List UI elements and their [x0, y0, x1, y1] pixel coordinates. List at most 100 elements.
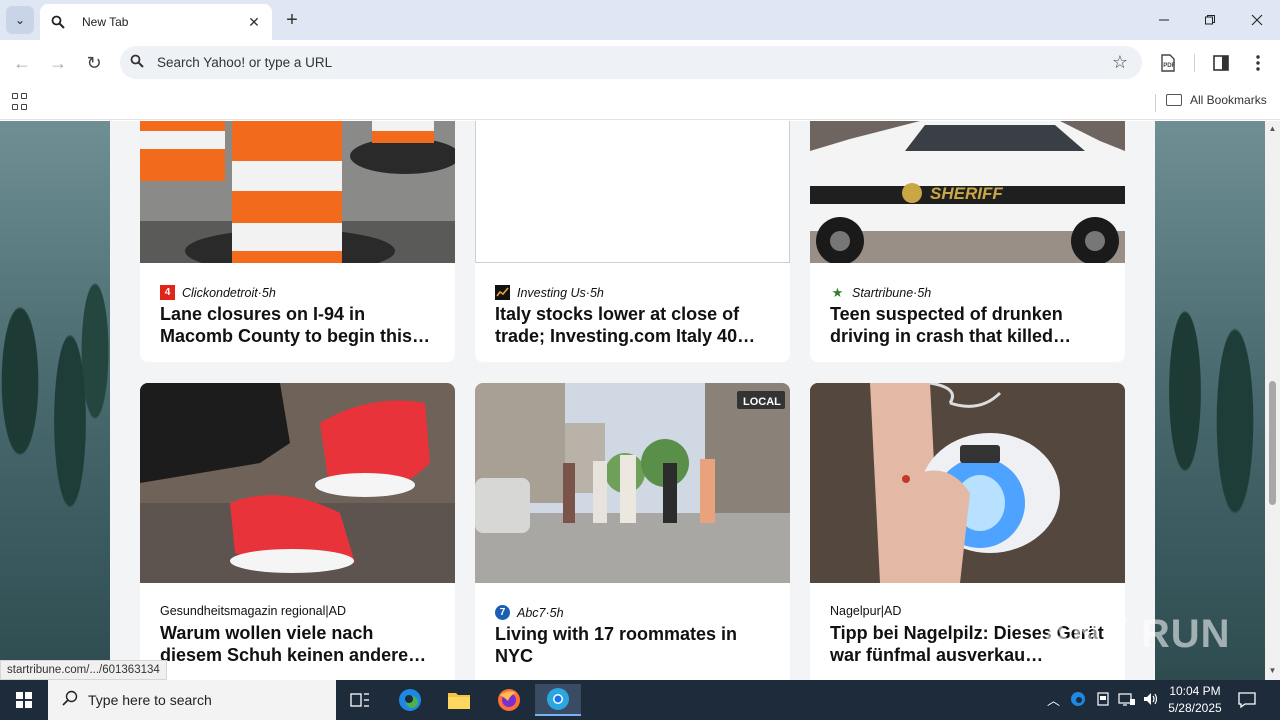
article-source: 4 Clickondetroit · 5h [160, 285, 276, 300]
all-bookmarks-button[interactable]: All Bookmarks [1166, 93, 1267, 107]
system-clock[interactable]: 10:04 PM 5/28/2025 [1160, 683, 1230, 717]
article-image [475, 121, 790, 263]
tab-title: New Tab [82, 15, 129, 29]
abc7-logo-icon: 7 [495, 605, 510, 620]
clock-date: 5/28/2025 [1168, 701, 1222, 715]
search-icon [130, 54, 146, 70]
background-image-left [0, 121, 110, 680]
firefox-icon[interactable] [486, 684, 532, 716]
article-image: SHERIFF [810, 121, 1125, 263]
minimize-button[interactable] [1141, 4, 1187, 36]
article-source: 7 Abc7 · 5h [495, 605, 564, 620]
tab-search-button[interactable]: ⌄ [6, 6, 34, 34]
file-explorer-icon[interactable] [436, 684, 482, 716]
new-tab-button[interactable]: + [282, 8, 302, 32]
source-name: Gesundheitsmagazin regional [160, 604, 326, 618]
source-name: Nagelpur [830, 604, 881, 618]
menu-dots-icon[interactable] [1245, 50, 1271, 76]
bookmarks-bar: All Bookmarks [0, 86, 1280, 120]
chevron-up-icon[interactable]: ︿ [1047, 690, 1060, 709]
taskbar-search-box[interactable]: Type here to search [48, 680, 336, 720]
title-bar: ⌄ New Tab ✕ + [0, 0, 1280, 40]
scroll-up-arrow-icon[interactable]: ▲ [1268, 124, 1277, 133]
article-image [140, 121, 455, 263]
address-bar[interactable]: Search Yahoo! or type a URL ☆ [120, 46, 1142, 79]
article-headline[interactable]: Living with 17 roommates in NYC [495, 623, 775, 667]
source-name: Clickondetroit [182, 285, 258, 300]
page-scrollbar[interactable]: ▲ ▼ [1265, 121, 1280, 680]
news-card[interactable]: SHERIFF ★ Startribune · 5h Teen suspecte… [810, 121, 1125, 362]
search-icon [50, 14, 66, 30]
tab-new-tab[interactable]: New Tab ✕ [40, 4, 272, 40]
pdf-icon[interactable]: PDF [1155, 50, 1181, 76]
article-headline[interactable]: Lane closures on I-94 in Macomb County t… [160, 303, 440, 347]
task-view-icon[interactable] [337, 684, 383, 716]
clock-time: 10:04 PM [1169, 684, 1221, 698]
search-icon [62, 690, 78, 711]
reload-button[interactable]: ↻ [79, 48, 109, 78]
arrow-right-icon: → [49, 52, 67, 73]
reload-icon: ↻ [86, 52, 102, 73]
toolbar-divider [1194, 54, 1195, 72]
device-icon[interactable] [1095, 691, 1111, 710]
article-headline[interactable]: Teen suspected of drunken driving in cra… [830, 303, 1110, 347]
article-headline[interactable]: Warum wollen viele nach diesem Schuh kei… [160, 622, 440, 666]
article-source: Gesundheitsmagazin regional |AD [160, 604, 346, 618]
all-bookmarks-label: All Bookmarks [1190, 93, 1267, 107]
news-card[interactable]: Investing Us · 5h Italy stocks lower at … [475, 121, 790, 362]
network-icon[interactable] [1118, 691, 1136, 710]
windows-logo-icon [16, 692, 32, 708]
article-image: LOCAL [475, 383, 790, 583]
article-image [140, 383, 455, 583]
edge-tray-icon[interactable] [1070, 691, 1086, 710]
article-image [810, 383, 1125, 583]
news-card-ad[interactable]: Gesundheitsmagazin regional |AD Warum wol… [140, 383, 455, 680]
source-name: Abc7 [517, 605, 546, 620]
windows-taskbar: Type here to search ︿ 10:04 PM 5/28/2025 [0, 680, 1280, 720]
article-source: Nagelpur |AD [830, 604, 901, 618]
background-image-right [1155, 121, 1265, 680]
forward-button[interactable]: → [43, 48, 73, 78]
article-age: 5h [589, 285, 604, 300]
clickondetroit-logo-icon: 4 [160, 285, 175, 300]
svg-text:SHERIFF: SHERIFF [930, 184, 1003, 203]
volume-icon[interactable] [1142, 691, 1160, 710]
article-source: ★ Startribune · 5h [830, 285, 932, 300]
news-card[interactable]: LOCAL 7 Abc7 · 5h Living with 17 roommat… [475, 383, 790, 680]
side-panel-icon[interactable] [1208, 50, 1234, 76]
ad-label: |AD [880, 604, 902, 618]
source-name: Investing Us [517, 285, 586, 300]
bookmarks-divider [1155, 94, 1156, 112]
scroll-down-arrow-icon[interactable]: ▼ [1268, 666, 1277, 675]
restore-button[interactable] [1187, 4, 1233, 36]
address-placeholder: Search Yahoo! or type a URL [157, 55, 333, 70]
chrome-active-icon[interactable] [535, 684, 581, 716]
close-window-button[interactable] [1234, 4, 1280, 36]
news-feed: 4 Clickondetroit · 5h Lane closures on I… [110, 121, 1155, 680]
article-age: 5h [549, 605, 564, 620]
article-age: 5h [917, 285, 932, 300]
source-name: Startribune [852, 285, 914, 300]
status-link-url: startribune.com/.../601363134 [0, 660, 167, 680]
browser-toolbar: ← → ↻ Search Yahoo! or type a URL ☆ PDF [0, 40, 1280, 86]
article-source: Investing Us · 5h [495, 285, 604, 300]
chevron-down-icon: ⌄ [14, 13, 26, 27]
back-button[interactable]: ← [7, 48, 37, 78]
close-icon[interactable]: ✕ [244, 12, 264, 32]
bookmark-star-icon[interactable]: ☆ [1112, 52, 1128, 73]
scrollbar-thumb[interactable] [1269, 381, 1276, 505]
watermark-logo: ANY RUN [1042, 612, 1231, 656]
article-age: 5h [261, 285, 276, 300]
article-headline[interactable]: Italy stocks lower at close of trade; In… [495, 303, 775, 347]
edge-icon[interactable] [387, 684, 433, 716]
start-button[interactable] [0, 680, 48, 720]
new-tab-page: 4 Clickondetroit · 5h Lane closures on I… [0, 121, 1280, 680]
svg-text:PDF: PDF [1163, 63, 1175, 69]
notification-icon[interactable] [1234, 688, 1260, 712]
apps-grid-icon[interactable] [12, 93, 30, 111]
investing-logo-icon [495, 285, 510, 300]
svg-text:LOCAL: LOCAL [743, 396, 781, 408]
arrow-left-icon: ← [13, 52, 31, 73]
taskbar-search-placeholder: Type here to search [88, 692, 212, 708]
news-card[interactable]: 4 Clickondetroit · 5h Lane closures on I… [140, 121, 455, 362]
